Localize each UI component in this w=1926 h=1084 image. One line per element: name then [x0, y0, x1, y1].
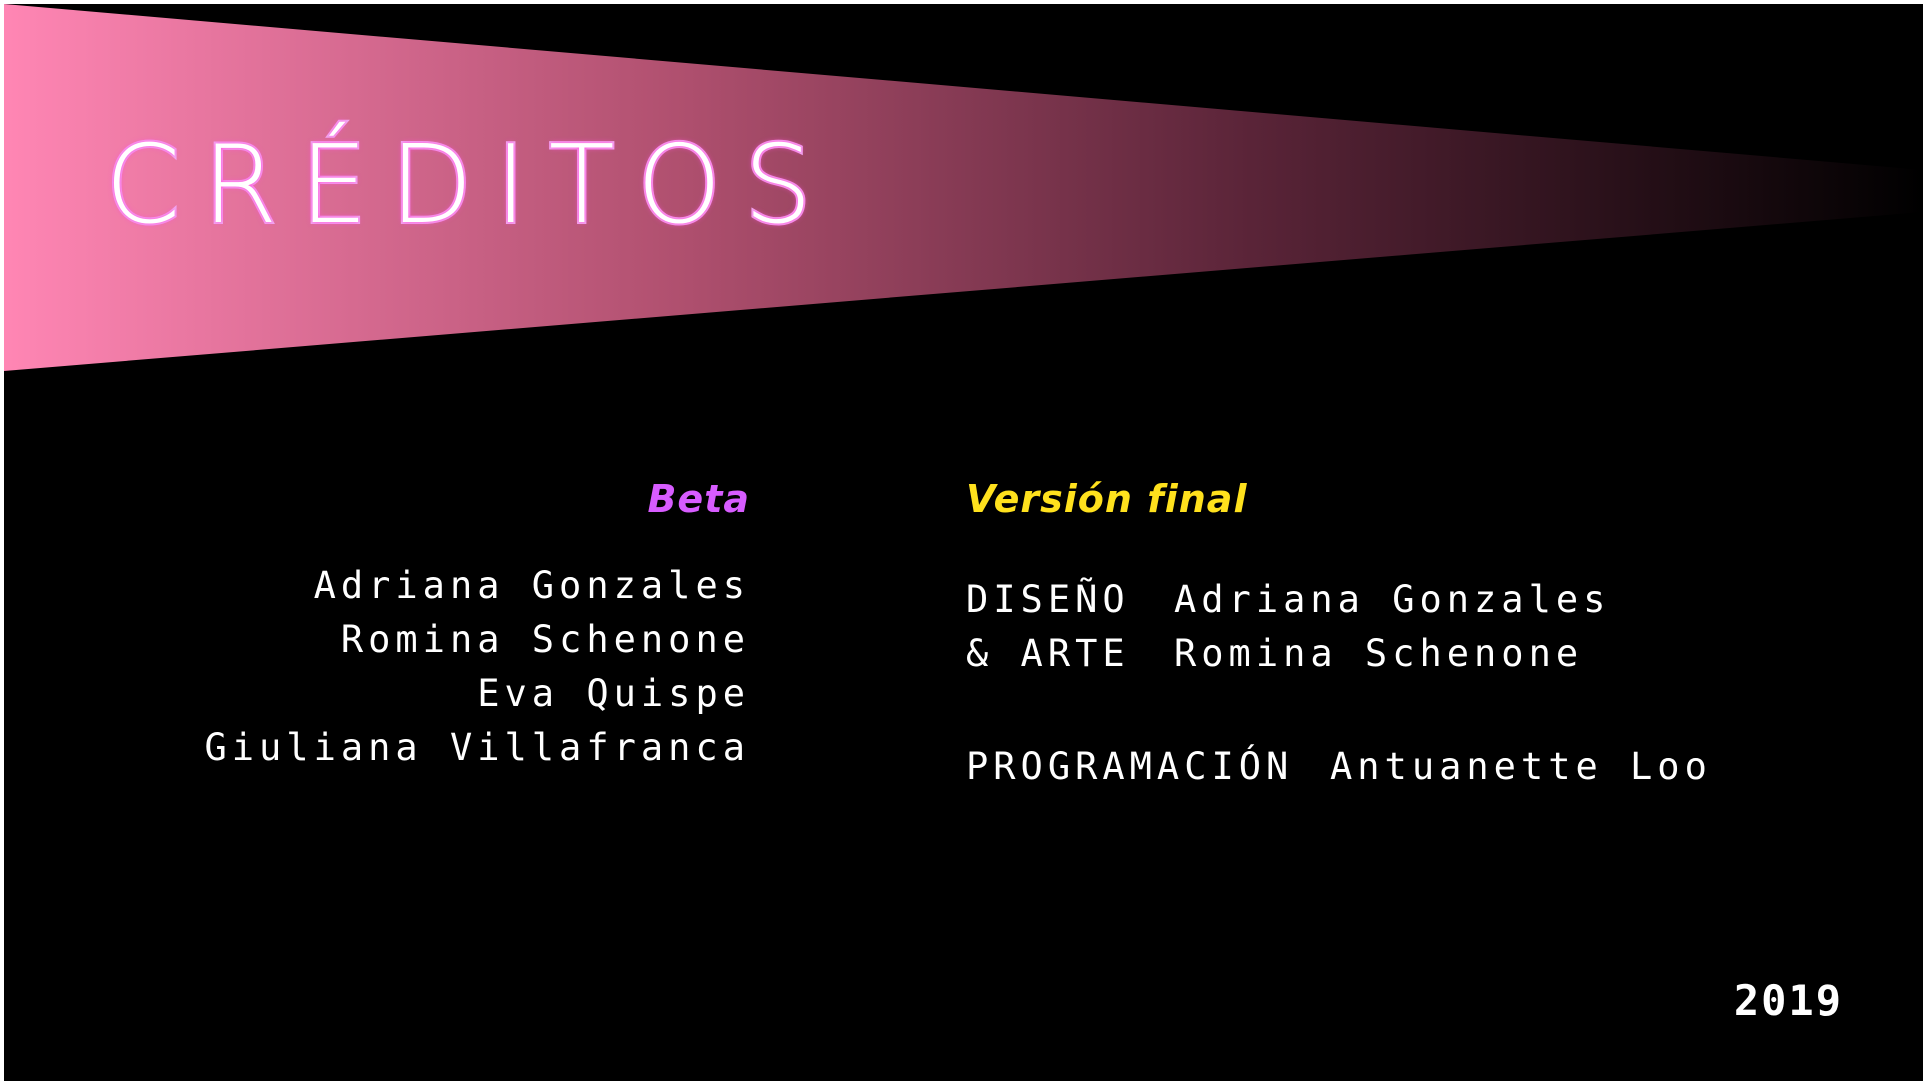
beta-name: Eva Quispe [477, 672, 750, 715]
design-label-line1: DISEÑO [966, 578, 1130, 621]
final-version-heading: Versión final [966, 477, 1248, 521]
year-label: 2019 [1733, 976, 1843, 1025]
programming-name: Antuanette Loo [1330, 745, 1712, 788]
page-title: CRÉDITOS [103, 123, 835, 248]
design-label-line2: & ARTE [966, 632, 1130, 675]
design-name: Adriana Gonzales [1174, 578, 1611, 621]
credits-stage: CRÉDITOS Beta Adriana Gonzales Romina Sc… [4, 4, 1923, 1081]
credits-screen: CRÉDITOS Beta Adriana Gonzales Romina Sc… [0, 0, 1926, 1084]
beta-heading: Beta [647, 477, 750, 521]
beta-name: Romina Schenone [340, 618, 750, 661]
beta-name: Adriana Gonzales [313, 564, 750, 607]
beta-name: Giuliana Villafranca [204, 726, 750, 769]
design-name: Romina Schenone [1174, 632, 1584, 675]
beta-names-list: Adriana Gonzales Romina Schenone Eva Qui… [204, 559, 750, 775]
programming-label: PROGRAMACIÓN [966, 745, 1294, 788]
